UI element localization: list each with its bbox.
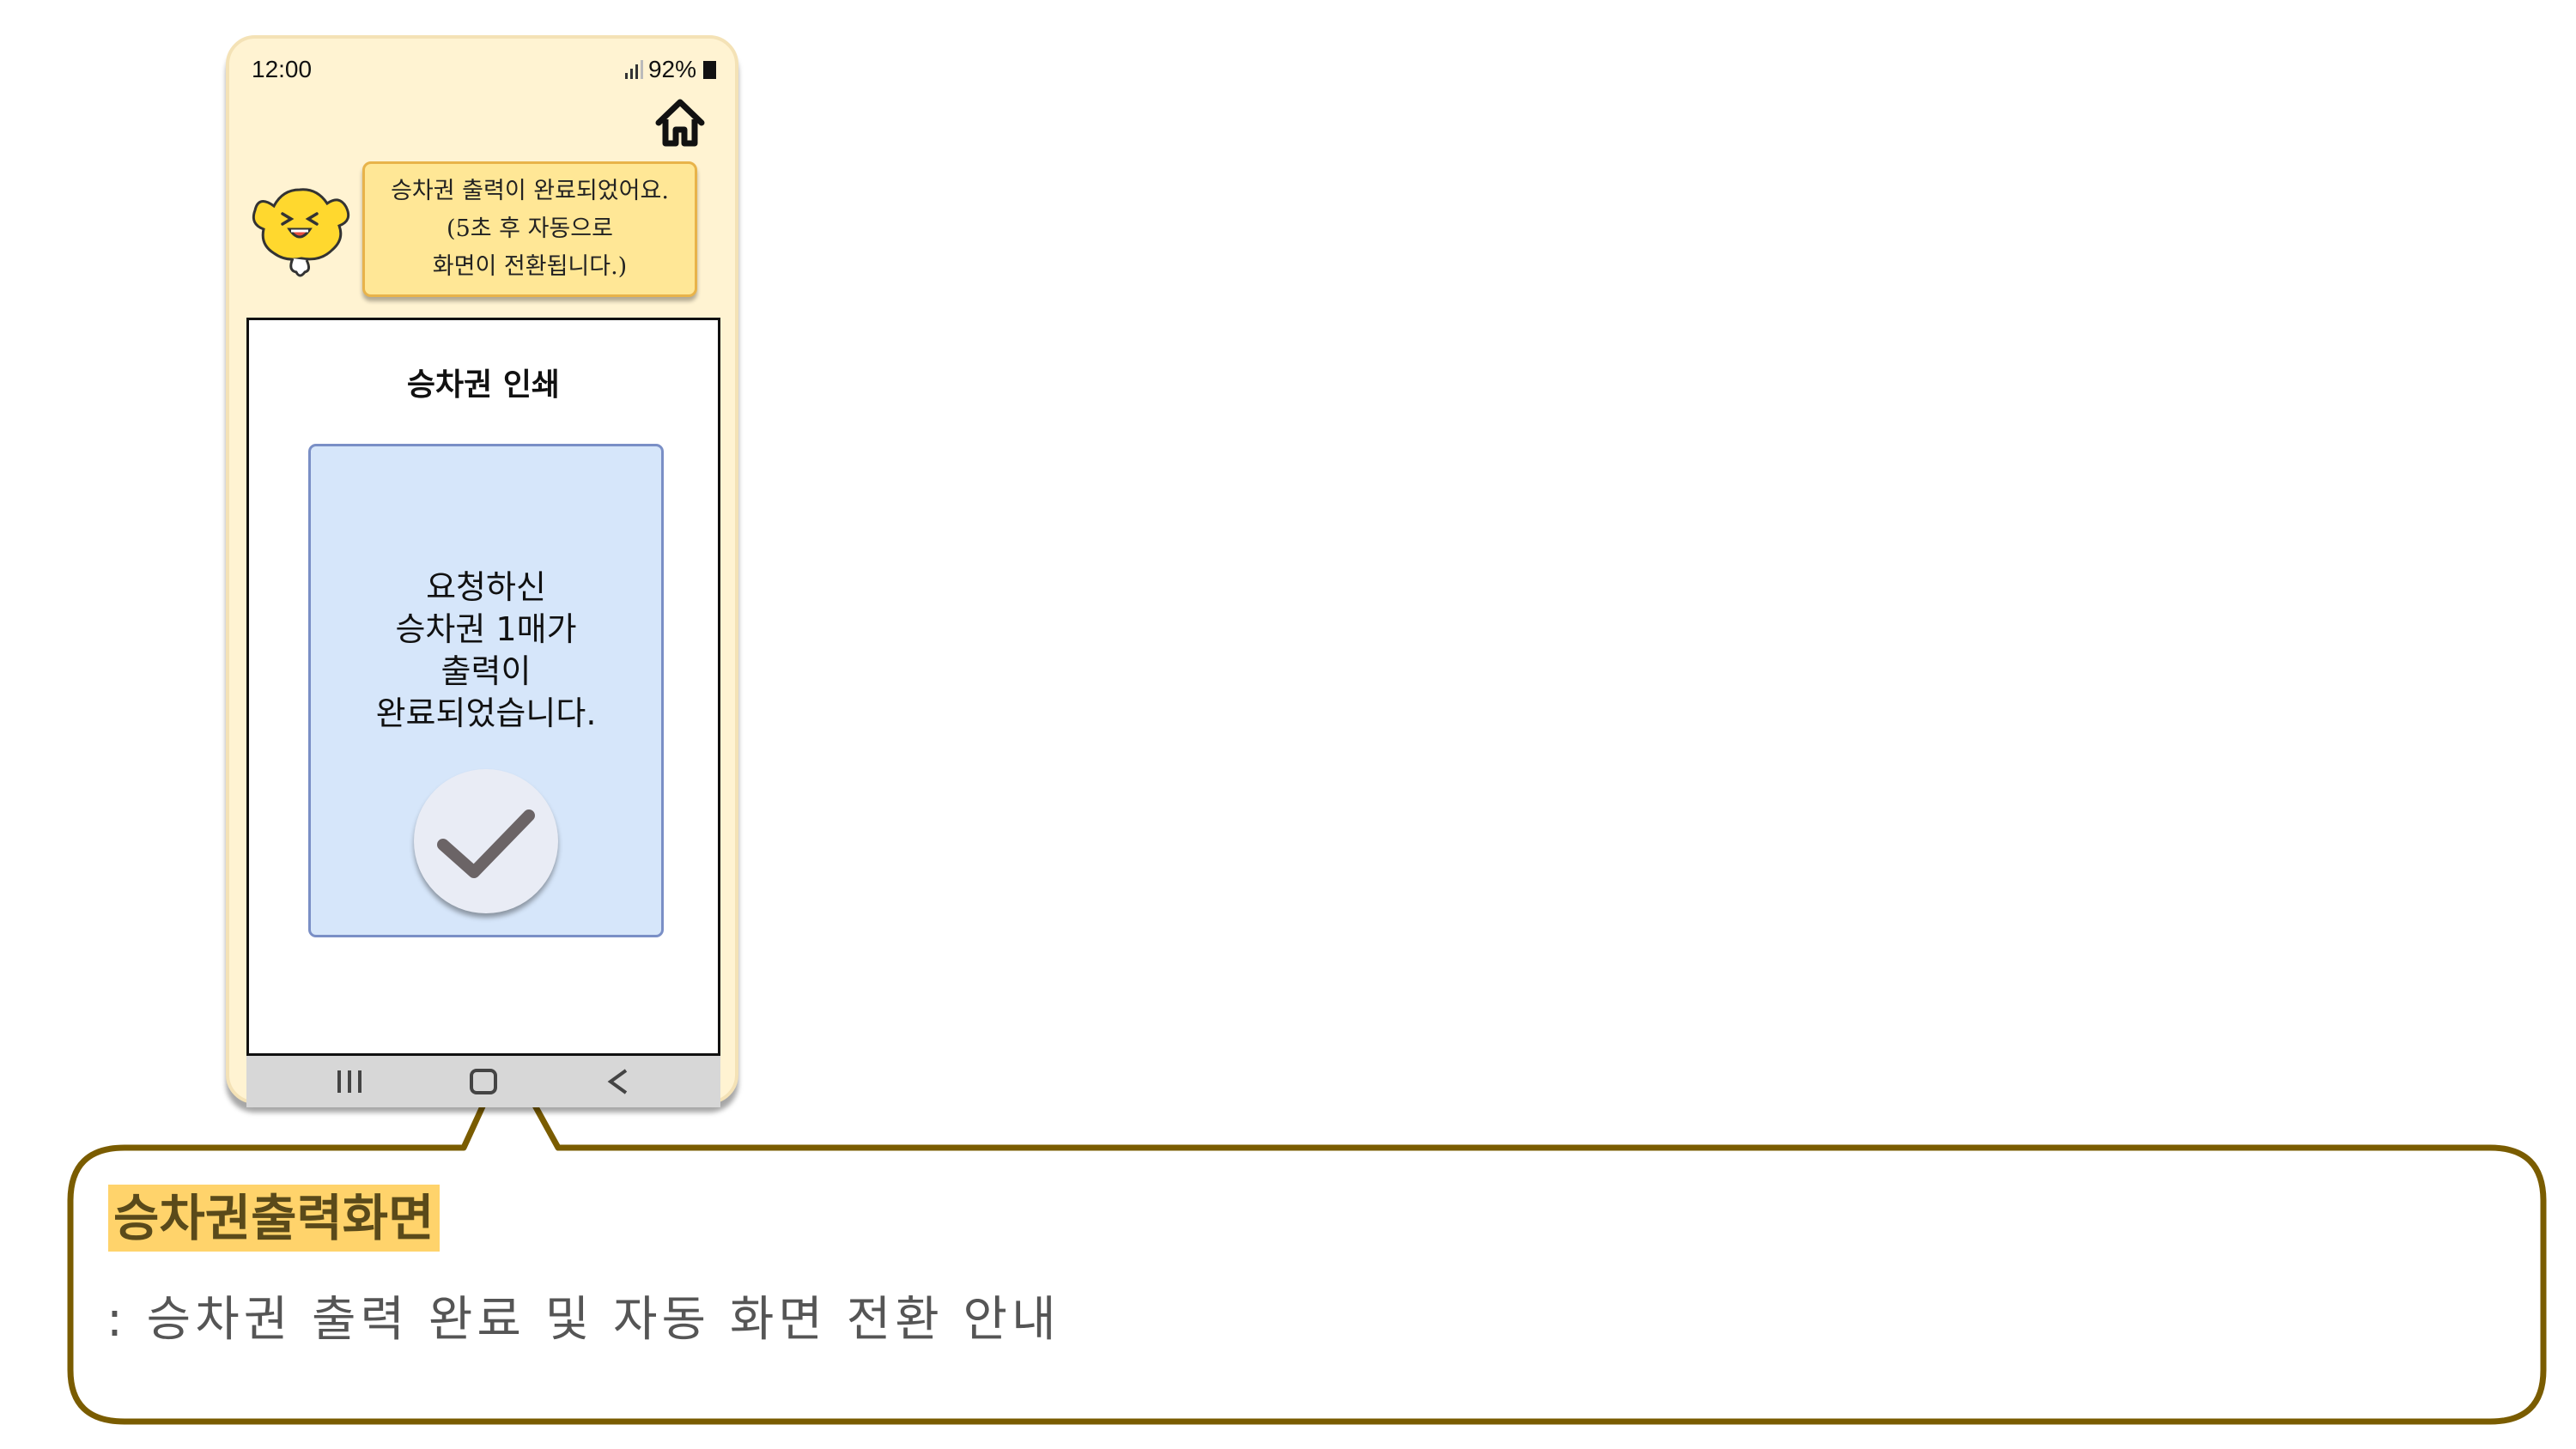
- completion-message: 요청하신 승차권 1매가 출력이 완료되었습니다.: [311, 567, 661, 735]
- status-bar: 12:00 92%: [229, 39, 735, 90]
- status-indicators: 92%: [624, 56, 716, 83]
- message-line-1: 요청하신: [426, 568, 546, 606]
- speech-line-2: (5초 후 자동으로: [447, 215, 613, 242]
- message-line-2: 승차권 1매가: [395, 610, 577, 648]
- mascot-icon: [252, 188, 350, 277]
- checkmark-icon: [437, 809, 535, 878]
- home-icon: [655, 99, 705, 147]
- home-nav-button[interactable]: [440, 1056, 526, 1107]
- home-circle-icon: [470, 1069, 497, 1094]
- back-icon: [607, 1069, 628, 1094]
- status-time: 12:00: [252, 56, 313, 82]
- message-line-4: 완료되었습니다.: [375, 694, 597, 732]
- speech-line-3: 화면이 전환됩니다.): [432, 253, 628, 280]
- signal-icon: [624, 60, 643, 79]
- home-button[interactable]: [650, 95, 710, 149]
- callout-title: 승차권출력화면: [108, 1185, 440, 1252]
- recent-apps-button[interactable]: [307, 1056, 392, 1107]
- check-badge: [414, 769, 558, 913]
- back-button[interactable]: [574, 1056, 660, 1107]
- speech-bubble: 승차권 출력이 완료되었어요. (5초 후 자동으로 화면이 전환됩니다.): [362, 161, 697, 297]
- page-title: 승차권 인쇄: [406, 367, 561, 403]
- speech-line-1: 승차권 출력이 완료되었어요.: [391, 178, 669, 204]
- android-nav-bar: [246, 1056, 720, 1107]
- recent-apps-icon: [337, 1070, 361, 1093]
- battery-icon: [703, 60, 716, 79]
- message-line-3: 출력이: [440, 652, 532, 690]
- callout-description: : 승차권 출력 완료 및 자동 화면 전환 안내: [106, 1292, 1060, 1348]
- print-screen: 승차권 인쇄 요청하신 승차권 1매가 출력이 완료되었습니다.: [246, 318, 720, 1056]
- battery-percent: 92%: [647, 56, 696, 82]
- completion-card: 요청하신 승차권 1매가 출력이 완료되었습니다.: [308, 444, 664, 937]
- phone-frame: 12:00 92% 승차권 출력이 완료되었어요. (5초 후 자동으로 화면이…: [226, 35, 738, 1107]
